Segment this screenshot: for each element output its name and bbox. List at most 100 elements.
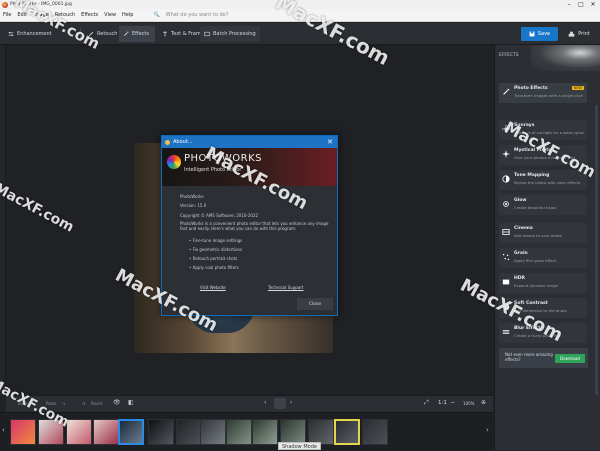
eye-icon[interactable]: 👁 — [113, 399, 121, 406]
redo-arrow-icon[interactable]: ↪ — [62, 401, 65, 406]
feature-item: • Fix geometric distortions — [189, 247, 243, 252]
effect-name: Tone Mapping — [514, 173, 550, 178]
brush-icon — [88, 31, 94, 37]
tab-retouch[interactable]: Retouch — [84, 26, 121, 42]
fit-screen-icon[interactable]: ⤢ — [424, 399, 429, 407]
tooltip: Shadow Mode — [278, 442, 321, 450]
magic-wand-icon — [123, 31, 129, 37]
menu-file[interactable]: File — [0, 12, 14, 18]
thumbnail[interactable] — [38, 419, 64, 445]
close-button[interactable]: Close — [297, 298, 333, 310]
menu-retouch[interactable]: Retouch — [52, 12, 78, 18]
effect-desc: Create beautiful halos — [514, 205, 556, 210]
brand-tagline: Intelligent Photo Editor — [184, 167, 242, 173]
search-icon[interactable]: 🔍 — [150, 12, 162, 18]
thumbnail[interactable] — [252, 419, 278, 445]
thumbnail[interactable] — [176, 419, 202, 445]
filmstrip-next-icon[interactable]: › — [486, 426, 489, 434]
feature-item: • Apply cool photo filters — [189, 265, 239, 270]
tab-retouch-label: Retouch — [97, 31, 118, 37]
effect-desc: Add drama to your photo — [514, 233, 562, 238]
tab-batch-processing[interactable]: Batch Processing — [200, 26, 260, 42]
main-toolbar: Enhancement Retouch Effects Text & Frame… — [0, 23, 600, 45]
bottom-bar: Back Redo ↪ ↺ Reset 👁 ◧ ‹ › ⤢ 1:1 − 100%… — [6, 395, 493, 412]
effect-name: Cinema — [514, 226, 533, 231]
technical-support-link[interactable]: Technical Support — [268, 285, 303, 290]
menu-effects[interactable]: Effects — [78, 12, 101, 18]
effect-grain[interactable]: Grain Apply film grain effect — [499, 248, 587, 268]
window-title-bar: PhotoWorks - IMG_0001.jpg – □ ✕ — [0, 0, 600, 9]
thumbnail[interactable] — [93, 419, 119, 445]
compare-icon[interactable]: ◧ — [128, 399, 134, 406]
close-icon[interactable]: ✕ — [327, 136, 333, 148]
effect-desc: Expand dynamic range — [514, 283, 558, 288]
zoom-in-icon[interactable]: ⊕ — [481, 399, 486, 406]
window-title: PhotoWorks - IMG_0001.jpg — [10, 2, 72, 7]
sliders-icon — [8, 31, 14, 37]
effect-glow[interactable]: Glow Create beautiful halos — [499, 195, 587, 215]
effect-cinema[interactable]: Cinema Add drama to your photo — [499, 223, 587, 243]
thumbnail[interactable] — [226, 419, 252, 445]
back-button[interactable]: Back — [18, 401, 28, 406]
visit-website-link[interactable]: Visit Website — [200, 285, 226, 290]
zoom-level: 100% — [463, 401, 475, 406]
effect-desc: Stylize the photo with color effects — [514, 180, 581, 185]
menu-image[interactable]: Image — [30, 12, 52, 18]
thumbnail[interactable] — [148, 419, 174, 445]
tab-batch-processing-label: Batch Processing — [213, 31, 256, 37]
dialog-title-bar: About... ✕ — [162, 136, 337, 148]
effect-mystical-photo[interactable]: Mystical Photo Give your photos a magica… — [499, 145, 587, 165]
thumbnail[interactable] — [200, 419, 226, 445]
thumbnail-selected[interactable] — [118, 419, 144, 445]
effect-desc: Add rays of sunlight for a warm glow — [514, 130, 584, 135]
prev-image-icon[interactable]: ‹ — [264, 399, 266, 406]
maximize-button[interactable]: □ — [576, 0, 586, 9]
effect-soft-contrast[interactable]: Soft Contrast Add dimension to the photo — [499, 298, 587, 318]
app-logo-icon — [165, 139, 170, 145]
feature-text: Apply cool photo filters — [192, 265, 239, 270]
save-label: Save — [537, 31, 551, 37]
film-icon — [502, 229, 510, 235]
tab-enhancement[interactable]: Enhancement — [4, 26, 56, 42]
zoom-out-icon[interactable]: − — [450, 399, 455, 406]
promo-banner: Not seen more amazing effects? Download — [499, 348, 588, 368]
effect-desc: Transform images with a single click — [514, 93, 583, 98]
download-button[interactable]: Download — [555, 354, 585, 363]
menu-edit[interactable]: Edit — [14, 12, 30, 18]
effect-name: HDR — [514, 276, 525, 281]
redo-button[interactable]: Redo — [46, 401, 56, 406]
hdr-icon — [502, 279, 510, 285]
minimize-button[interactable]: – — [564, 0, 574, 9]
print-button[interactable]: Print — [562, 27, 596, 41]
reset-icon[interactable]: ↺ — [82, 401, 85, 406]
effect-tone-mapping[interactable]: Tone Mapping Stylize the photo with colo… — [499, 170, 587, 190]
effect-desc: Create a fuzzy wave feel — [514, 333, 561, 338]
close-window-button[interactable]: ✕ — [588, 0, 598, 9]
thumbnail[interactable] — [334, 419, 360, 445]
tab-effects[interactable]: Effects — [119, 26, 155, 42]
search-hint[interactable]: What do you want to do? — [163, 12, 232, 18]
thumbnail[interactable] — [66, 419, 92, 445]
actual-size-button[interactable]: 1:1 — [438, 400, 447, 406]
filmstrip-toggle-icon[interactable] — [274, 398, 286, 409]
next-image-icon[interactable]: › — [290, 399, 292, 406]
effect-name: Photo Effects — [514, 86, 548, 91]
filmstrip-prev-icon[interactable]: ‹ — [2, 426, 5, 434]
effect-hdr[interactable]: HDR Expand dynamic range — [499, 273, 587, 293]
reset-button[interactable]: Reset — [91, 401, 102, 406]
app-logo-icon — [2, 1, 8, 8]
effect-name: Grain — [514, 251, 528, 256]
sun-icon — [502, 125, 510, 133]
effect-photo-effects[interactable]: Photo Effects Transform images with a si… — [499, 83, 587, 103]
panel-scrollbar[interactable] — [595, 105, 598, 395]
effect-sunrays[interactable]: Sunrays Add rays of sunlight for a warm … — [499, 120, 587, 140]
contrast-icon — [502, 175, 510, 183]
promo-text: Not seen more amazing effects? — [505, 352, 553, 362]
effect-desc: Add dimension to the photo — [514, 308, 567, 313]
thumbnail[interactable] — [10, 419, 36, 445]
save-button[interactable]: Save — [521, 27, 558, 41]
thumbnail[interactable] — [362, 419, 388, 445]
menu-help[interactable]: Help — [119, 12, 136, 18]
menu-view[interactable]: View — [101, 12, 119, 18]
effect-blur[interactable]: Blur Effect Create a fuzzy wave feel — [499, 323, 587, 343]
